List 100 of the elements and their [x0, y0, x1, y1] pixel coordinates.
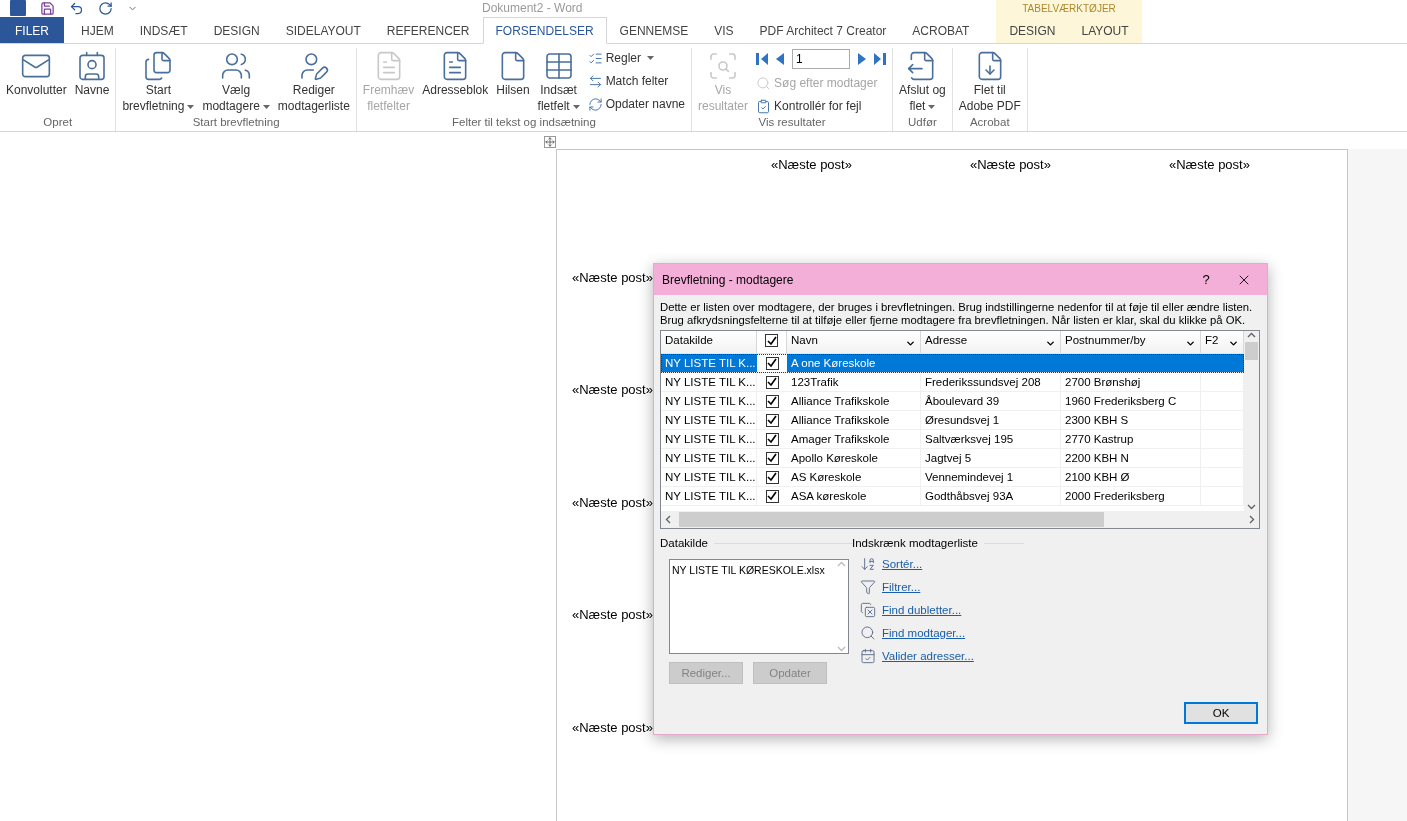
table-row[interactable]: NY LISTE TIL K... AS Køreskole Vennemindevej 1 2100 KBH Ø	[661, 468, 1244, 487]
column-header[interactable]: Datakilde	[661, 331, 757, 353]
table-move-handle-icon[interactable]	[544, 136, 556, 148]
group-label: Udfør	[907, 116, 938, 130]
ribbon-button[interactable]: Rediger modtagerliste	[274, 48, 353, 116]
table-cell: 2700 Brønshøj	[1065, 376, 1141, 388]
ribbon-tab[interactable]: VIS	[701, 17, 747, 43]
link[interactable]: Sortér...	[882, 558, 923, 570]
sort-icon[interactable]	[860, 556, 876, 572]
table-row[interactable]: NY LISTE TIL K... 123Trafik Frederikssundsvej 208 2700 Brønshøj	[661, 373, 1244, 392]
ribbon-button[interactable]: Start brevfletning	[119, 48, 198, 116]
table-cell: AS Køreskole	[791, 471, 862, 483]
ribbon-tab[interactable]: ACROBAT	[899, 17, 983, 43]
merge-field: «Næste post»	[771, 157, 852, 172]
link[interactable]: Find modtager...	[882, 627, 966, 639]
first-record-icon[interactable]	[756, 53, 769, 65]
section-label: Indskrænk modtagerliste	[852, 537, 978, 549]
checkbox[interactable]	[765, 451, 779, 465]
previous-record-icon[interactable]	[774, 53, 787, 65]
data-source-list[interactable]: NY LISTE TIL KØRESKOLE.xlsx	[669, 559, 849, 654]
table-cell: Apollo Køreskole	[791, 452, 878, 464]
scroll-right-icon[interactable]	[1247, 515, 1256, 524]
ribbon-tab[interactable]: REFERENCER	[373, 17, 483, 43]
search-icon[interactable]	[860, 625, 876, 641]
ribbon-button[interactable]: Opdater navne	[587, 94, 685, 114]
undo-icon[interactable]	[69, 0, 84, 16]
table-row[interactable]: NY LISTE TIL K... Alliance Trafikskole Åboulevard 39 1960 Frederiksberg C	[661, 392, 1244, 411]
ribbon-button[interactable]: Kontrollér for fejl	[756, 96, 887, 116]
ribbon-tab[interactable]: GENNEMSE	[606, 17, 702, 43]
group-label: Start brevfletning	[191, 116, 281, 130]
last-record-icon[interactable]	[874, 53, 887, 65]
checkbox[interactable]	[765, 432, 779, 446]
table-cell: Alliance Trafikskole	[791, 414, 890, 426]
help-button[interactable]: ?	[1191, 272, 1221, 287]
checkbox[interactable]	[765, 356, 779, 370]
scroll-up-icon[interactable]	[1247, 331, 1256, 340]
ribbon-tab[interactable]: FILER	[0, 17, 64, 43]
table-row[interactable]: NY LISTE TIL K... Apollo Køreskole Jagtvej 5 2200 KBH N	[661, 449, 1244, 468]
ribbon-button[interactable]: Match felter	[587, 71, 685, 91]
check-icon	[766, 335, 777, 346]
column-header[interactable]: Adresse	[921, 331, 1061, 353]
link[interactable]: Filtrer...	[882, 581, 921, 593]
table-cell: 2100 KBH Ø	[1065, 471, 1130, 483]
column-header[interactable]: Navn	[787, 331, 921, 353]
scroll-thumb[interactable]	[1245, 342, 1258, 360]
column-header[interactable]: F2	[1201, 331, 1244, 353]
ribbon-tab[interactable]: LAYOUT	[1068, 17, 1142, 43]
table-row[interactable]: NY LISTE TIL K... ASA køreskole Godthåbsvej 93A 2000 Frederiksberg	[661, 487, 1244, 506]
link[interactable]: Valider adresser...	[882, 650, 974, 662]
table-row[interactable]: NY LISTE TIL K... Alliance Trafikskole Øresundsvej 1 2300 KBH S	[661, 411, 1244, 430]
ribbon-button[interactable]: Vælg modtagere	[199, 48, 273, 116]
checkbox[interactable]	[765, 413, 779, 427]
filter-icon[interactable]	[860, 579, 876, 595]
ribbon-button[interactable]: Hilsen	[493, 48, 533, 116]
ribbon-tab[interactable]: FORSENDELSER	[482, 17, 607, 44]
ribbon-button[interactable]: Flet til Adobe PDF	[955, 48, 1024, 116]
checkbox[interactable]	[765, 394, 779, 408]
table-cell: Øresundsvej 1	[925, 414, 1000, 426]
table-cell: 2300 KBH S	[1065, 414, 1129, 426]
link[interactable]: Find dubletter...	[882, 604, 962, 616]
checkbox[interactable]	[765, 375, 779, 389]
ribbon-tab[interactable]: PDF Architect 7 Creator	[746, 17, 900, 43]
ribbon-tab[interactable]: DESIGN	[996, 17, 1069, 43]
table-cell: Godthåbsvej 93A	[925, 490, 1014, 502]
ok-button[interactable]: OK	[1184, 702, 1258, 724]
scroll-thumb[interactable]	[679, 512, 1104, 527]
table-cell: Saltværksvej 195	[925, 433, 1014, 445]
merge-field: «Næste post»	[572, 269, 653, 285]
refresh-icon	[587, 96, 603, 112]
ribbon-tab[interactable]: SIDELAYOUT	[272, 17, 374, 43]
horizontal-scrollbar[interactable]	[661, 511, 1259, 528]
ribbon-tab[interactable]: DESIGN	[200, 17, 273, 43]
checkbox[interactable]	[765, 470, 779, 484]
table-row[interactable]: NY LISTE TIL K... A one Køreskole	[661, 354, 1244, 373]
checkbox[interactable]	[765, 334, 778, 347]
duplicates-icon[interactable]	[860, 602, 876, 618]
record-number-field[interactable]: 1	[792, 49, 851, 69]
ribbon-button[interactable]: Regler	[587, 48, 685, 68]
ribbon-tab[interactable]: INDSÆT	[126, 17, 201, 43]
ribbon-button[interactable]: Navne	[71, 48, 113, 116]
scroll-left-icon[interactable]	[664, 515, 673, 524]
table-row[interactable]: NY LISTE TIL K... Amager Trafikskole Saltværksvej 195 2770 Kastrup	[661, 430, 1244, 449]
ribbon-button[interactable]: Afslut og flet	[896, 48, 949, 116]
table-cell: Amager Trafikskole	[791, 433, 890, 445]
save-icon[interactable]	[40, 0, 55, 16]
section-label: Datakilde	[660, 537, 708, 549]
ribbon-button[interactable]: Indsæt fletfelt	[534, 48, 583, 116]
ribbon-button[interactable]: Konvolutter	[3, 48, 70, 116]
redo-icon[interactable]	[98, 0, 113, 16]
list-item[interactable]: NY LISTE TIL KØRESKOLE.xlsx	[672, 564, 833, 576]
group-label: Felter til tekst og indsætning	[451, 116, 597, 130]
checkbox[interactable]	[765, 489, 779, 503]
table-cell: ASA køreskole	[791, 490, 867, 502]
window-title: Dokument2 - Word	[482, 1, 583, 15]
scroll-down-icon[interactable]	[1247, 502, 1256, 511]
vertical-scrollbar[interactable]	[1244, 331, 1259, 511]
ribbon-tab[interactable]: HJEM	[68, 17, 127, 43]
ribbon-button[interactable]: Adresseblok	[419, 48, 492, 116]
validate-icon[interactable]	[860, 648, 876, 664]
column-header[interactable]: Postnummer/by	[1061, 331, 1201, 353]
